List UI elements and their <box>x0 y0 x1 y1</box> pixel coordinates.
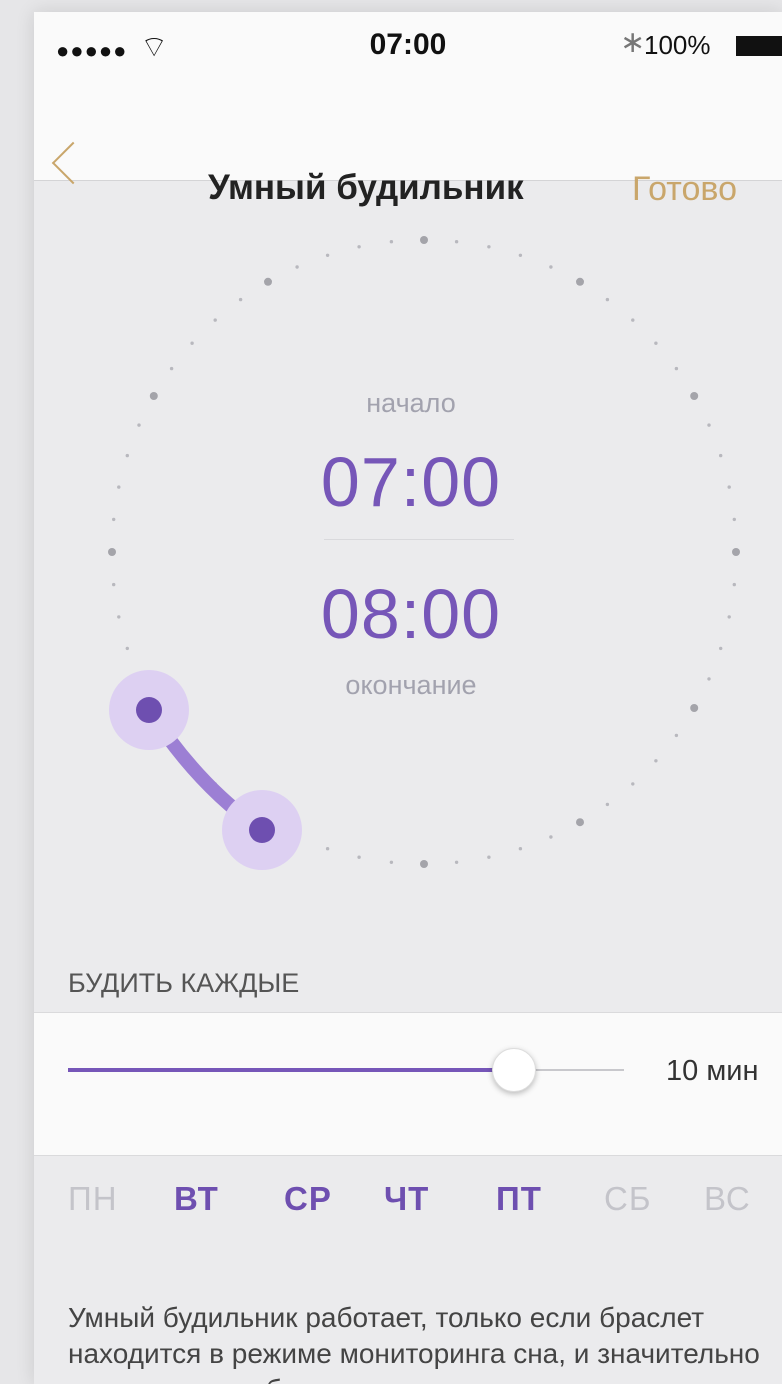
interval-slider-row: 10 мин <box>34 1012 782 1156</box>
alarm-dial[interactable] <box>104 232 744 872</box>
dial-tick <box>108 548 116 556</box>
dial-tick <box>454 240 459 244</box>
page-title: Умный будильник <box>208 168 524 207</box>
dial-tick <box>357 245 361 249</box>
day-sun[interactable]: ВС <box>704 1180 751 1218</box>
day-sat[interactable]: СБ <box>604 1180 652 1218</box>
dial-tick <box>732 517 736 522</box>
weekday-selector: ПН ВТ СР ЧТ ПТ СБ ВС <box>34 1180 782 1240</box>
phone-screen: ●●●●● ︎⌔ 07:00 ∗ 100% Умный будильник Го… <box>34 12 782 1384</box>
dial-tick <box>190 341 194 345</box>
dial-tick <box>654 341 658 345</box>
dial-tick <box>389 860 394 864</box>
back-icon[interactable] <box>51 141 95 185</box>
dial-tick <box>576 277 584 286</box>
dial-tick <box>690 392 699 400</box>
dial-tick <box>631 318 635 322</box>
dial-tick <box>389 240 394 244</box>
dial-tick <box>719 646 723 651</box>
interval-slider-track[interactable] <box>68 1048 624 1092</box>
dial-tick <box>518 253 523 257</box>
dial-tick <box>125 453 129 458</box>
dial-tick <box>549 835 553 839</box>
dial-tick <box>325 847 330 851</box>
dial-tick <box>169 366 174 371</box>
dial-tick <box>112 517 116 522</box>
day-fri[interactable]: ПТ <box>496 1180 542 1218</box>
dial-tick <box>112 582 116 587</box>
dial-tick <box>674 366 679 371</box>
dial-tick <box>117 615 121 619</box>
start-handle <box>136 697 162 723</box>
interval-slider-thumb[interactable] <box>491 1048 536 1092</box>
start-time[interactable]: 07:00 <box>292 442 530 522</box>
dial-tick <box>125 646 129 651</box>
dial-tick <box>732 582 736 587</box>
interval-section-label: БУДИТЬ КАЖДЫЕ <box>68 968 300 998</box>
dial-tick <box>690 704 699 712</box>
dial-tick <box>549 265 553 269</box>
battery-warning-note: Умный будильник работает, только если бр… <box>68 1302 760 1384</box>
end-label: окончание <box>345 670 477 700</box>
dial-tick <box>454 860 459 864</box>
day-mon[interactable]: ПН <box>68 1180 118 1218</box>
dial-tick <box>117 485 121 489</box>
dial-tick <box>631 782 635 786</box>
status-bar: ●●●●● ︎⌔ 07:00 ∗ 100% <box>34 12 782 70</box>
dial-tick <box>707 677 711 681</box>
battery-percent: 100% <box>644 30 711 60</box>
dial-tick <box>605 802 610 807</box>
done-button[interactable]: Готово <box>632 170 737 209</box>
interval-slider-fill <box>68 1068 513 1072</box>
dial-tick <box>576 818 584 827</box>
dial-tick <box>420 860 428 868</box>
dial-tick <box>707 423 711 427</box>
dial-tick <box>137 423 141 427</box>
end-handle <box>249 817 275 843</box>
nav-bar: Умный будильник Готово <box>34 70 782 208</box>
interval-value: 10 мин <box>666 1055 759 1087</box>
dial-tick <box>149 392 158 400</box>
day-wed[interactable]: СР <box>284 1180 332 1218</box>
dial-tick <box>213 318 217 322</box>
dial-tick <box>420 236 428 244</box>
battery-icon <box>736 36 782 56</box>
dial-tick <box>605 297 610 302</box>
dial-tick <box>487 245 491 249</box>
dial-tick <box>674 733 679 738</box>
dial-tick <box>719 453 723 458</box>
time-divider <box>324 539 514 540</box>
start-label: начало <box>366 388 456 418</box>
day-tue[interactable]: ВТ <box>174 1180 219 1218</box>
dial-tick <box>487 855 491 859</box>
dial-tick <box>727 485 731 489</box>
dial-tick <box>518 847 523 851</box>
dial-tick <box>325 253 330 257</box>
dial-tick <box>295 265 299 269</box>
dial-tick <box>654 759 658 763</box>
dial-tick <box>727 615 731 619</box>
day-thu[interactable]: ЧТ <box>384 1180 429 1218</box>
dial-tick <box>357 855 361 859</box>
end-time[interactable]: 08:00 <box>292 574 530 654</box>
bluetooth-icon: ∗ <box>620 26 646 59</box>
dial-tick <box>238 297 243 302</box>
dial-tick <box>732 548 740 556</box>
dial-tick <box>264 277 272 286</box>
